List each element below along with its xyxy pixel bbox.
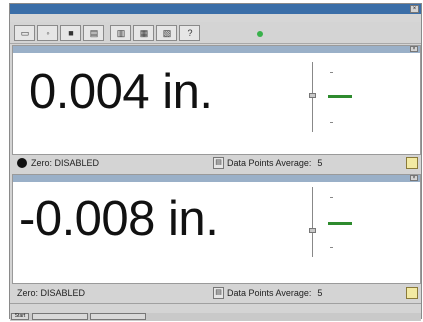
record-button[interactable]: ▭ [14, 25, 35, 41]
panel-1-close-icon[interactable]: × [410, 46, 418, 52]
readout-panel-1: × 0.004 in. [12, 45, 421, 155]
taskbar-item[interactable] [90, 313, 146, 320]
zero-status-icon [17, 158, 27, 168]
menu-bar [10, 14, 421, 22]
gauge-2-pointer [328, 222, 352, 225]
reading-value-1: 0.004 in. [29, 65, 213, 119]
data-points-average-2: Data Points Average: 5 [227, 288, 322, 298]
gauge-2 [309, 187, 352, 257]
taskbar: Start [10, 313, 421, 321]
taskbar-item[interactable] [32, 313, 88, 320]
export-button[interactable]: ▧ [156, 25, 177, 41]
average-value: 5 [317, 158, 323, 168]
start-button[interactable]: Start [11, 313, 29, 320]
average-settings-button[interactable]: ▤ [213, 157, 224, 169]
notes-icon-2[interactable] [406, 287, 418, 299]
settings-button[interactable]: ▦ [133, 25, 154, 41]
toolbar: ▭ ◦ ■ ▤ ▥ ▦ ▧ ? [10, 22, 421, 44]
data-points-average: Data Points Average: 5 [227, 158, 322, 168]
average-label: Data Points Average: [227, 158, 312, 168]
print-icon: ▥ [116, 28, 126, 38]
gauge-1-tick [330, 122, 333, 123]
help-icon: ? [187, 28, 193, 38]
panel-1-status-row: Zero: DISABLED ▤ Data Points Average: 5 [12, 155, 421, 172]
record-icon: ▭ [20, 28, 30, 38]
panel-2-title-bar: × [13, 175, 420, 182]
notes-icon[interactable] [406, 157, 418, 169]
gauge-2-tick [330, 247, 333, 248]
zero-icon: ◦ [46, 28, 50, 38]
stop-icon: ■ [68, 28, 74, 38]
gauge-2-axis [312, 187, 313, 257]
title-bar: × [10, 4, 421, 14]
average-label-2: Data Points Average: [227, 288, 312, 298]
gauge-2-tick [330, 197, 333, 198]
panel-1-title-bar: × [13, 46, 420, 53]
gauge-1-slider-handle[interactable] [309, 93, 316, 98]
zero-button[interactable]: ◦ [37, 25, 58, 41]
close-button[interactable]: × [410, 5, 419, 13]
connection-status-icon [257, 31, 263, 37]
print-button[interactable]: ▥ [110, 25, 131, 41]
readout-panel-2: × -0.008 in. [12, 174, 421, 284]
panel-2-status-row: Zero: DISABLED ▤ Data Points Average: 5 [12, 285, 421, 302]
reading-value-2: -0.008 in. [19, 192, 219, 246]
status-bar: Start [10, 303, 421, 321]
average-settings-button-2[interactable]: ▤ [213, 287, 224, 299]
export-icon: ▧ [162, 28, 172, 38]
help-button[interactable]: ? [179, 25, 200, 41]
stop-button[interactable]: ■ [60, 25, 81, 41]
panel-2-close-icon[interactable]: × [410, 175, 418, 181]
gauge-2-slider-handle[interactable] [309, 228, 316, 233]
app-window: × ▭ ◦ ■ ▤ ▥ ▦ ▧ ? × 0.004 in. Zero: DISA… [9, 3, 422, 321]
gauge-1-pointer [328, 95, 352, 98]
gauge-1-tick [330, 72, 333, 73]
zero-status-label-2: Zero: DISABLED [17, 288, 86, 298]
chart-icon: ▤ [89, 28, 99, 38]
settings-icon: ▦ [139, 28, 149, 38]
average-value-2: 5 [317, 288, 323, 298]
gauge-1 [309, 62, 352, 132]
zero-status-label: Zero: DISABLED [31, 158, 100, 168]
chart-button[interactable]: ▤ [83, 25, 104, 41]
